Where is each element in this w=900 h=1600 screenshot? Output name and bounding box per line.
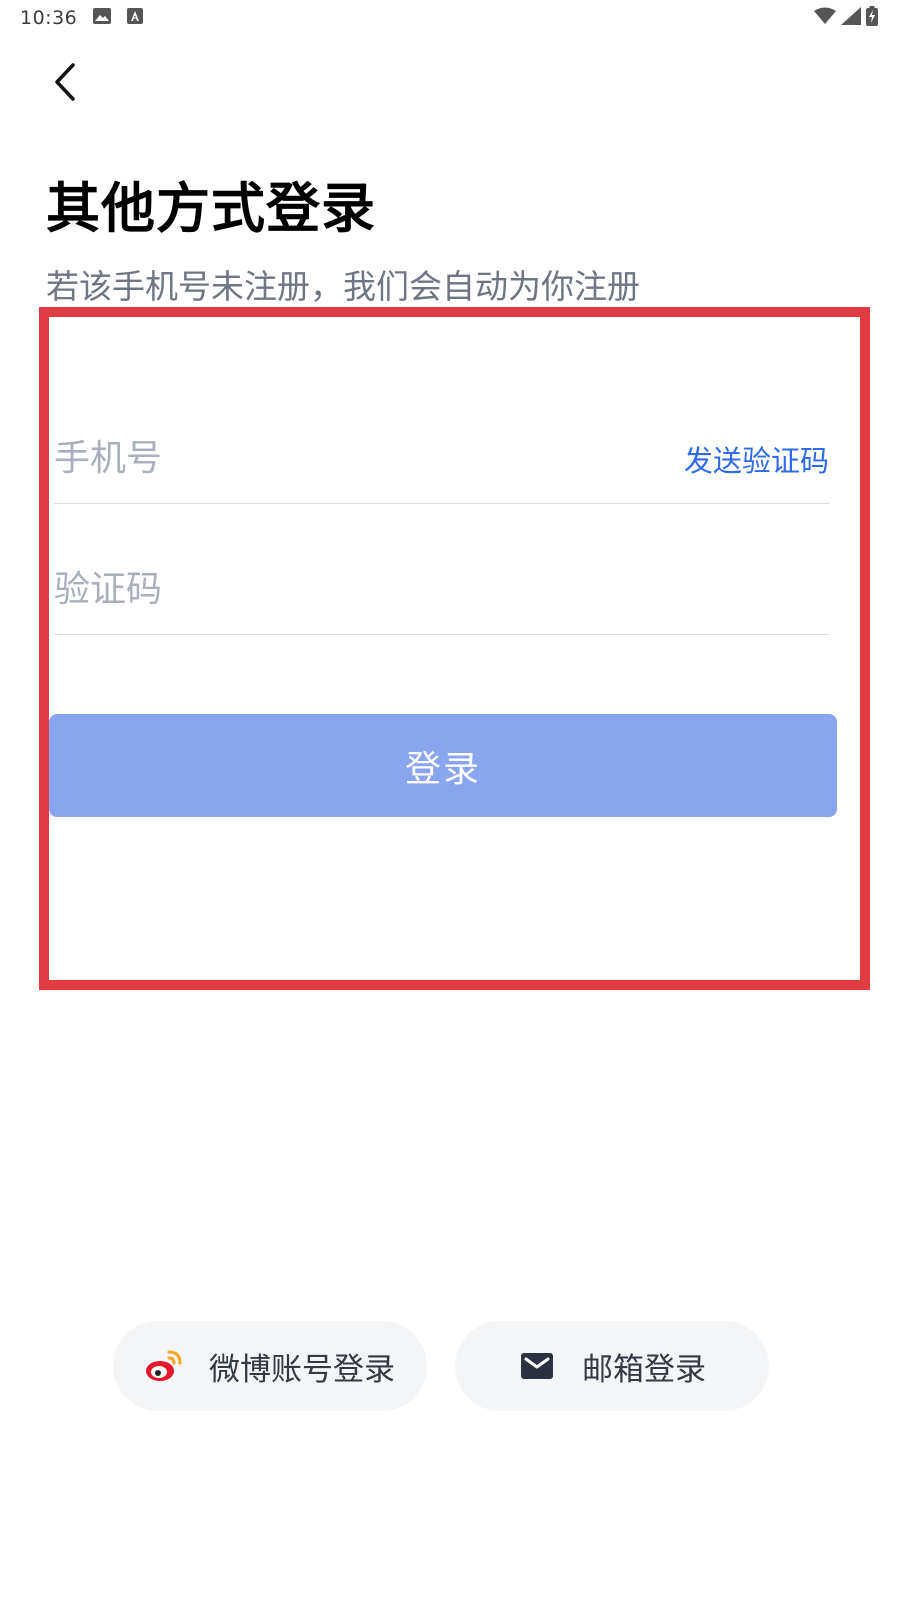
status-time: 10:36 — [20, 7, 78, 29]
send-code-button[interactable]: 发送验证码 — [684, 438, 829, 480]
status-bar: 10:36 — [0, 0, 900, 36]
back-button[interactable] — [40, 60, 88, 108]
weibo-login-button[interactable]: 微博账号登录 — [113, 1321, 427, 1411]
mail-icon — [518, 1347, 556, 1385]
status-right — [814, 6, 878, 30]
code-field — [54, 545, 829, 635]
login-screen: 10:36 其他方式登录 若该手机号未注册，我们会自动为你注册 手机号 发送验证… — [0, 0, 900, 1600]
cell-signal-icon — [841, 7, 861, 29]
weibo-icon — [145, 1347, 183, 1385]
phone-input[interactable] — [54, 428, 614, 489]
wifi-icon — [814, 7, 836, 29]
page-title: 其他方式登录 — [46, 177, 376, 240]
battery-charging-icon — [866, 6, 878, 30]
phone-field: 发送验证码 — [54, 414, 829, 504]
login-button[interactable]: 登录 — [49, 714, 837, 817]
page-subtitle: 若该手机号未注册，我们会自动为你注册 — [46, 267, 640, 306]
verification-code-input[interactable] — [54, 559, 614, 620]
email-login-button[interactable]: 邮箱登录 — [455, 1321, 769, 1411]
email-login-label: 邮箱登录 — [582, 1351, 706, 1388]
image-icon — [93, 8, 112, 28]
highlight-box — [39, 307, 870, 990]
text-a-icon — [127, 8, 144, 28]
chevron-left-icon — [49, 62, 79, 106]
status-left: 10:36 — [20, 7, 144, 29]
weibo-login-label: 微博账号登录 — [209, 1351, 395, 1388]
